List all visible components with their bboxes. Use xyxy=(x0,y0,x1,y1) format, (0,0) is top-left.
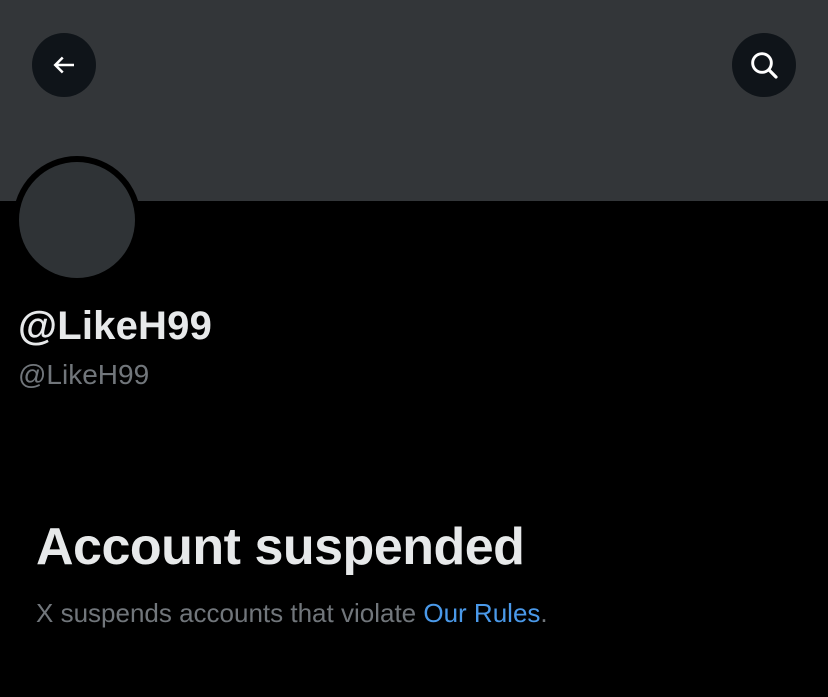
profile-banner xyxy=(0,0,828,201)
search-icon xyxy=(748,49,780,81)
our-rules-link[interactable]: Our Rules xyxy=(423,598,540,628)
search-button[interactable] xyxy=(732,33,796,97)
profile-screen: @LikeH99 @LikeH99 Account suspended X su… xyxy=(0,0,828,697)
avatar-frame[interactable] xyxy=(13,156,141,284)
suspended-message-text: X suspends accounts that violate xyxy=(36,598,424,628)
suspended-message: X suspends accounts that violate Our Rul… xyxy=(36,596,548,630)
arrow-left-icon xyxy=(49,50,79,80)
avatar xyxy=(19,162,135,278)
suspended-title: Account suspended xyxy=(36,518,525,576)
back-button[interactable] xyxy=(32,33,96,97)
user-handle: @LikeH99 xyxy=(18,359,150,390)
suspended-message-suffix: . xyxy=(540,598,548,628)
display-name: @LikeH99 xyxy=(18,304,213,348)
